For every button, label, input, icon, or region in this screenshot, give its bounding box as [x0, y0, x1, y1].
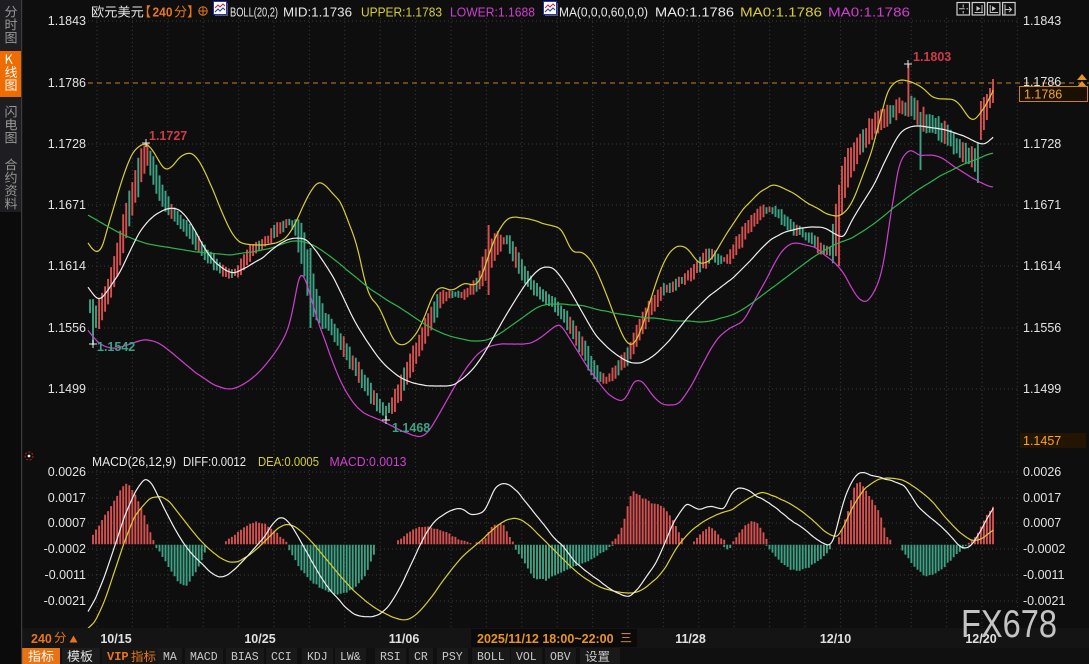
svg-text:0.0026: 0.0026 [1023, 465, 1061, 479]
svg-text:1.1728: 1.1728 [48, 137, 86, 151]
svg-text:1.1843: 1.1843 [1023, 14, 1061, 28]
svg-text:1.1786: 1.1786 [1024, 88, 1062, 102]
svg-text:MACD: MACD [190, 651, 218, 664]
svg-text:CCI: CCI [271, 651, 292, 664]
svg-text:1.1786: 1.1786 [48, 76, 86, 90]
svg-text:DIFF:0.0012: DIFF:0.0012 [183, 454, 246, 469]
svg-text:VOL: VOL [516, 651, 537, 664]
svg-text:LOWER:1.1688: LOWER:1.1688 [450, 6, 535, 20]
svg-text:BOLL(20,2): BOLL(20,2) [230, 6, 278, 20]
svg-text:0.0017: 0.0017 [48, 491, 86, 505]
svg-text:MA0:1.1786: MA0:1.1786 [655, 6, 734, 20]
svg-text:1.1803: 1.1803 [913, 50, 951, 64]
svg-text:MACD(26,12,9): MACD(26,12,9) [92, 454, 176, 469]
svg-text:1.1728: 1.1728 [1023, 137, 1061, 151]
svg-text:2025/11/12 18:00~22:00: 2025/11/12 18:00~22:00 [477, 632, 614, 646]
svg-text:1.1727: 1.1727 [149, 129, 187, 143]
svg-text:1.1671: 1.1671 [48, 198, 86, 212]
svg-text:1.1468: 1.1468 [392, 421, 430, 435]
svg-text:MID:1.1736: MID:1.1736 [283, 6, 352, 20]
svg-text:1.1556: 1.1556 [1023, 321, 1061, 335]
svg-text:MA0:1.1786: MA0:1.1786 [828, 6, 910, 20]
svg-text:MACD:0.0013: MACD:0.0013 [330, 454, 407, 469]
svg-text:MA0:1.1786: MA0:1.1786 [740, 6, 822, 20]
svg-text:BOLL: BOLL [477, 651, 505, 664]
svg-text:240: 240 [153, 5, 173, 20]
svg-text:OBV: OBV [550, 651, 571, 664]
svg-text:0.0026: 0.0026 [48, 465, 86, 479]
svg-text:11/28: 11/28 [675, 632, 706, 646]
svg-text:1.1542: 1.1542 [97, 340, 135, 354]
svg-text:10/25: 10/25 [244, 632, 275, 646]
svg-text:0.0007: 0.0007 [1023, 516, 1061, 530]
svg-text:1.1499: 1.1499 [48, 382, 86, 396]
svg-text:-0.0011: -0.0011 [45, 568, 87, 582]
svg-text:-0.0002: -0.0002 [1023, 542, 1065, 556]
svg-text:-0.0021: -0.0021 [44, 594, 86, 608]
svg-text:CR: CR [414, 651, 428, 664]
svg-text:LW&: LW& [340, 651, 361, 664]
svg-text:10/15: 10/15 [100, 632, 131, 646]
svg-text:1.1556: 1.1556 [48, 321, 86, 335]
svg-text:RSI: RSI [380, 651, 401, 664]
svg-text:1.1614: 1.1614 [1023, 259, 1061, 273]
svg-text:0.0017: 0.0017 [1023, 491, 1061, 505]
svg-text:BIAS: BIAS [231, 651, 259, 664]
svg-text:1.1614: 1.1614 [48, 259, 86, 273]
svg-text:1.1499: 1.1499 [1023, 382, 1061, 396]
svg-text:DEA:0.0005: DEA:0.0005 [258, 454, 319, 469]
svg-text:FX678: FX678 [961, 603, 1057, 646]
svg-text:11/06: 11/06 [389, 632, 420, 646]
svg-text:MA(0,0,0,60,0,0): MA(0,0,0,60,0,0) [559, 6, 648, 20]
svg-text:-0.0011: -0.0011 [1023, 568, 1065, 582]
svg-text:VIP: VIP [107, 650, 129, 664]
svg-text:0.0007: 0.0007 [48, 516, 86, 530]
svg-text:MA: MA [163, 651, 177, 664]
svg-text:UPPER:1.1783: UPPER:1.1783 [361, 6, 442, 20]
svg-text:240: 240 [31, 632, 52, 646]
svg-text:PSY: PSY [442, 651, 463, 664]
svg-text:1.1671: 1.1671 [1023, 198, 1061, 212]
svg-text:-0.0002: -0.0002 [44, 542, 86, 556]
svg-text:1.1457: 1.1457 [1023, 434, 1061, 448]
svg-text:12/10: 12/10 [820, 632, 851, 646]
svg-text:KDJ: KDJ [307, 651, 328, 664]
svg-text:1.1843: 1.1843 [48, 14, 86, 28]
